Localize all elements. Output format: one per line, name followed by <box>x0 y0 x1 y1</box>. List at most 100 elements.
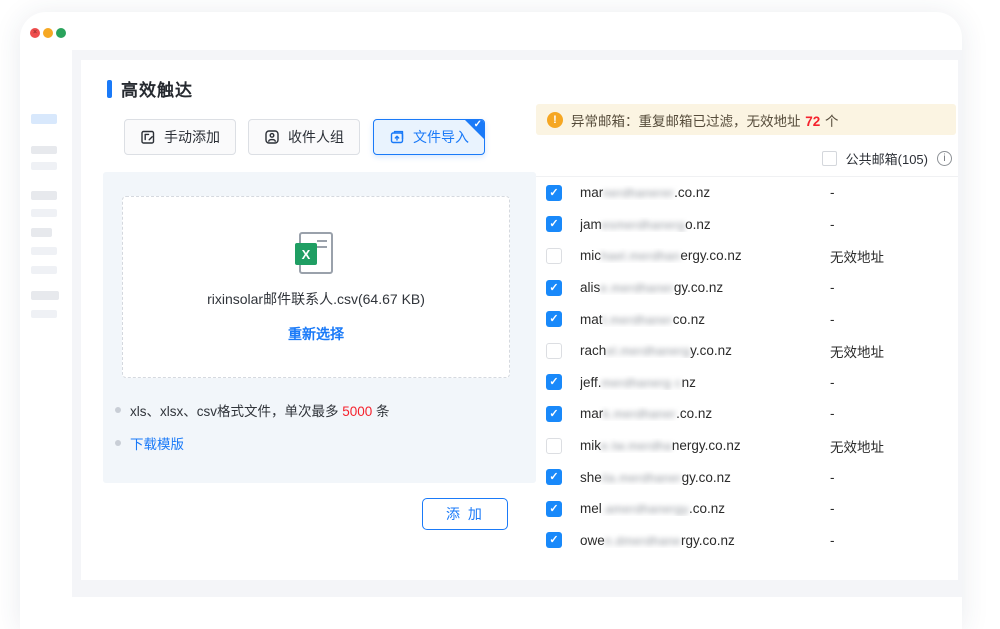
email-checkbox[interactable] <box>546 406 562 422</box>
sidebar-item[interactable] <box>31 146 57 154</box>
email-checkbox[interactable] <box>546 374 562 390</box>
recipient-group-icon <box>264 129 280 145</box>
email-status: - <box>830 312 835 327</box>
email-row: mel.amerdhanergy.co.nz - <box>536 493 958 525</box>
format-hint-text: xls、xlsx、csv格式文件，单次最多 5000 条 <box>130 400 390 420</box>
abnormal-mailbox-banner: ! 异常邮箱：重复邮箱已过滤，无效地址 72 个 <box>536 104 956 135</box>
email-row: mark.merdhaner.co.nz - <box>536 398 958 430</box>
email-status: - <box>830 470 835 485</box>
email-checkbox[interactable] <box>546 343 562 359</box>
public-mailbox-row: 公共邮箱(105) i <box>822 148 952 168</box>
edit-square-icon <box>140 129 156 145</box>
obscured-email-part: e.merdhaner <box>600 281 674 295</box>
tab-file-import[interactable]: 文件导入 ✓ <box>373 119 485 155</box>
check-icon: ✓ <box>474 119 482 130</box>
email-list: marnerdhanerer.co.nz - jamesmerdhanergo.… <box>536 176 958 556</box>
email-checkbox[interactable] <box>546 216 562 232</box>
tab-recipient-group[interactable]: 收件人组 <box>248 119 360 155</box>
email-checkbox[interactable] <box>546 501 562 517</box>
maximize-button[interactable] <box>56 28 66 38</box>
obscured-email-part: n.dmerdhane <box>605 534 681 548</box>
email-address: owen.dmerdhanergy.co.nz <box>580 533 830 548</box>
email-row: michael.merdhanergy.co.nz 无效地址 <box>536 240 958 272</box>
email-status: - <box>830 280 835 295</box>
obscured-email-part: esmerdhanerg <box>602 218 685 232</box>
email-checkbox[interactable] <box>546 532 562 548</box>
title-accent-bar <box>107 80 112 98</box>
page-title: 高效触达 <box>121 76 193 101</box>
email-address: mark.merdhaner.co.nz <box>580 406 830 421</box>
sidebar-item[interactable] <box>31 162 57 170</box>
file-dropzone[interactable]: X rixinsolar邮件联系人.csv(64.67 KB) 重新选择 <box>122 196 510 378</box>
content-card: 高效触达 手动添加 收件人组 文件导入 <box>81 60 958 580</box>
email-row: matt.merdhanerco.nz - <box>536 303 958 335</box>
sidebar-item-active[interactable] <box>31 114 57 124</box>
uploaded-filename: rixinsolar邮件联系人.csv(64.67 KB) <box>207 289 425 309</box>
minimize-button[interactable] <box>43 28 53 38</box>
email-checkbox[interactable] <box>546 438 562 454</box>
excel-icon-line <box>317 246 327 248</box>
format-hint: xls、xlsx、csv格式文件，单次最多 5000 条 <box>115 400 390 420</box>
email-checkbox[interactable] <box>546 311 562 327</box>
email-status: 无效地址 <box>830 436 884 456</box>
email-address: rachel.merdhanergy.co.nz <box>580 343 830 358</box>
email-address: mel.amerdhanergy.co.nz <box>580 501 830 516</box>
email-status: - <box>830 533 835 548</box>
tab-manual-add[interactable]: 手动添加 <box>124 119 236 155</box>
obscured-email-part: t.merdhaner <box>603 313 673 327</box>
sidebar-item[interactable] <box>31 247 57 255</box>
sidebar-item[interactable] <box>31 310 57 318</box>
download-template-link[interactable]: 下载模版 <box>130 433 184 453</box>
tab-label: 收件人组 <box>288 127 344 147</box>
close-button[interactable]: × <box>30 28 40 38</box>
sidebar-item[interactable] <box>31 266 57 274</box>
sidebar-item[interactable] <box>31 191 57 200</box>
bullet-dot <box>115 440 121 446</box>
tab-label: 文件导入 <box>413 127 469 147</box>
obscured-email-part: hael.merdhan <box>601 249 680 263</box>
warning-icon: ! <box>547 112 563 128</box>
email-checkbox[interactable] <box>546 280 562 296</box>
email-address: mike.tw.merdhanergy.co.nz <box>580 438 830 453</box>
download-template-row: 下载模版 <box>115 433 184 453</box>
upload-panel: X rixinsolar邮件联系人.csv(64.67 KB) 重新选择 xls… <box>103 172 536 483</box>
page-header: 高效触达 <box>107 76 193 101</box>
email-row: marnerdhanerer.co.nz - <box>536 177 958 209</box>
email-status: - <box>830 185 835 200</box>
email-address: michael.merdhanergy.co.nz <box>580 248 830 263</box>
email-status: - <box>830 406 835 421</box>
sidebar-item[interactable] <box>31 291 59 300</box>
email-row: owen.dmerdhanergy.co.nz - <box>536 525 958 557</box>
window-controls: × <box>30 28 66 38</box>
email-row: sheila.merdhanergy.co.nz - <box>536 461 958 493</box>
email-row: alise.merdhanergy.co.nz - <box>536 272 958 304</box>
email-address: sheila.merdhanergy.co.nz <box>580 470 830 485</box>
max-count: 5000 <box>342 404 372 419</box>
email-status: - <box>830 217 835 232</box>
obscured-email-part: ila.merdhaner <box>602 471 682 485</box>
app-window: × 高效触达 手动添加 <box>20 12 962 629</box>
file-import-icon <box>389 129 405 145</box>
email-address: jeff.merdhanerg cnz <box>580 375 830 390</box>
excel-icon-badge: X <box>295 243 317 265</box>
info-icon[interactable]: i <box>937 151 952 166</box>
sidebar-item[interactable] <box>31 209 57 217</box>
email-row: jeff.merdhanerg cnz - <box>536 367 958 399</box>
excel-icon-line <box>317 240 327 242</box>
email-row: jamesmerdhanergo.nz - <box>536 209 958 241</box>
banner-text: 异常邮箱：重复邮箱已过滤，无效地址 72 个 <box>571 110 839 130</box>
email-address: alise.merdhanergy.co.nz <box>580 280 830 295</box>
email-checkbox[interactable] <box>546 185 562 201</box>
email-address: matt.merdhanerco.nz <box>580 312 830 327</box>
sidebar-item[interactable] <box>31 228 52 237</box>
obscured-email-part: e.tw.merdha <box>601 439 672 453</box>
reselect-link[interactable]: 重新选择 <box>288 324 344 344</box>
public-mailbox-checkbox[interactable] <box>822 151 837 166</box>
invalid-count: 72 <box>805 114 820 129</box>
add-button[interactable]: 添 加 <box>422 498 508 530</box>
obscured-email-part: el.merdhanerg <box>606 344 690 358</box>
email-checkbox[interactable] <box>546 248 562 264</box>
email-row: mike.tw.merdhanergy.co.nz 无效地址 <box>536 430 958 462</box>
email-row: rachel.merdhanergy.co.nz 无效地址 <box>536 335 958 367</box>
email-checkbox[interactable] <box>546 469 562 485</box>
